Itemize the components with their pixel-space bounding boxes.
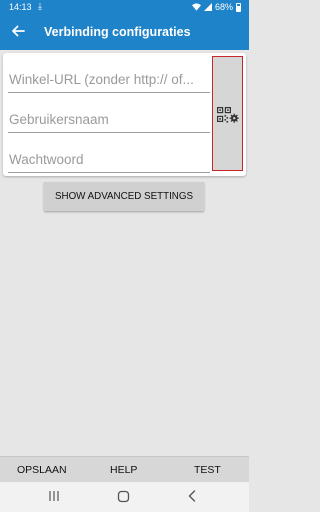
qr-code-settings-icon xyxy=(217,107,239,123)
battery-percent: 68% xyxy=(214,2,233,12)
recents-icon[interactable] xyxy=(48,490,60,502)
bottom-action-bar: OPSLAAN HELP TEST xyxy=(0,456,249,482)
password-field[interactable] xyxy=(8,146,211,173)
arrow-back-icon[interactable] xyxy=(10,23,26,39)
download-icon: ⤓ xyxy=(38,1,42,11)
url-field[interactable] xyxy=(8,66,211,93)
connection-form-card xyxy=(3,53,246,176)
username-input[interactable] xyxy=(8,106,211,132)
signal-icon xyxy=(203,3,212,11)
status-bar: 14:13 ⤓ 68% xyxy=(0,0,249,14)
test-button[interactable]: TEST xyxy=(194,464,221,476)
save-button[interactable]: OPSLAAN xyxy=(17,464,67,476)
username-field[interactable] xyxy=(8,106,211,133)
app-bar: Verbinding configuraties xyxy=(0,14,249,50)
wifi-icon xyxy=(191,3,201,11)
system-nav-bar xyxy=(0,482,249,512)
battery-icon xyxy=(236,2,241,12)
help-button[interactable]: HELP xyxy=(110,464,137,476)
show-advanced-settings-button[interactable]: SHOW ADVANCED SETTINGS xyxy=(44,182,204,211)
status-right: 68% xyxy=(191,2,241,12)
password-input[interactable] xyxy=(8,146,211,172)
url-input[interactable] xyxy=(8,66,211,92)
page-title: Verbinding configuraties xyxy=(44,25,191,39)
status-time: 14:13 xyxy=(9,2,32,12)
home-icon[interactable] xyxy=(117,490,130,503)
back-icon[interactable] xyxy=(187,490,197,502)
qr-scan-button[interactable] xyxy=(212,56,243,171)
